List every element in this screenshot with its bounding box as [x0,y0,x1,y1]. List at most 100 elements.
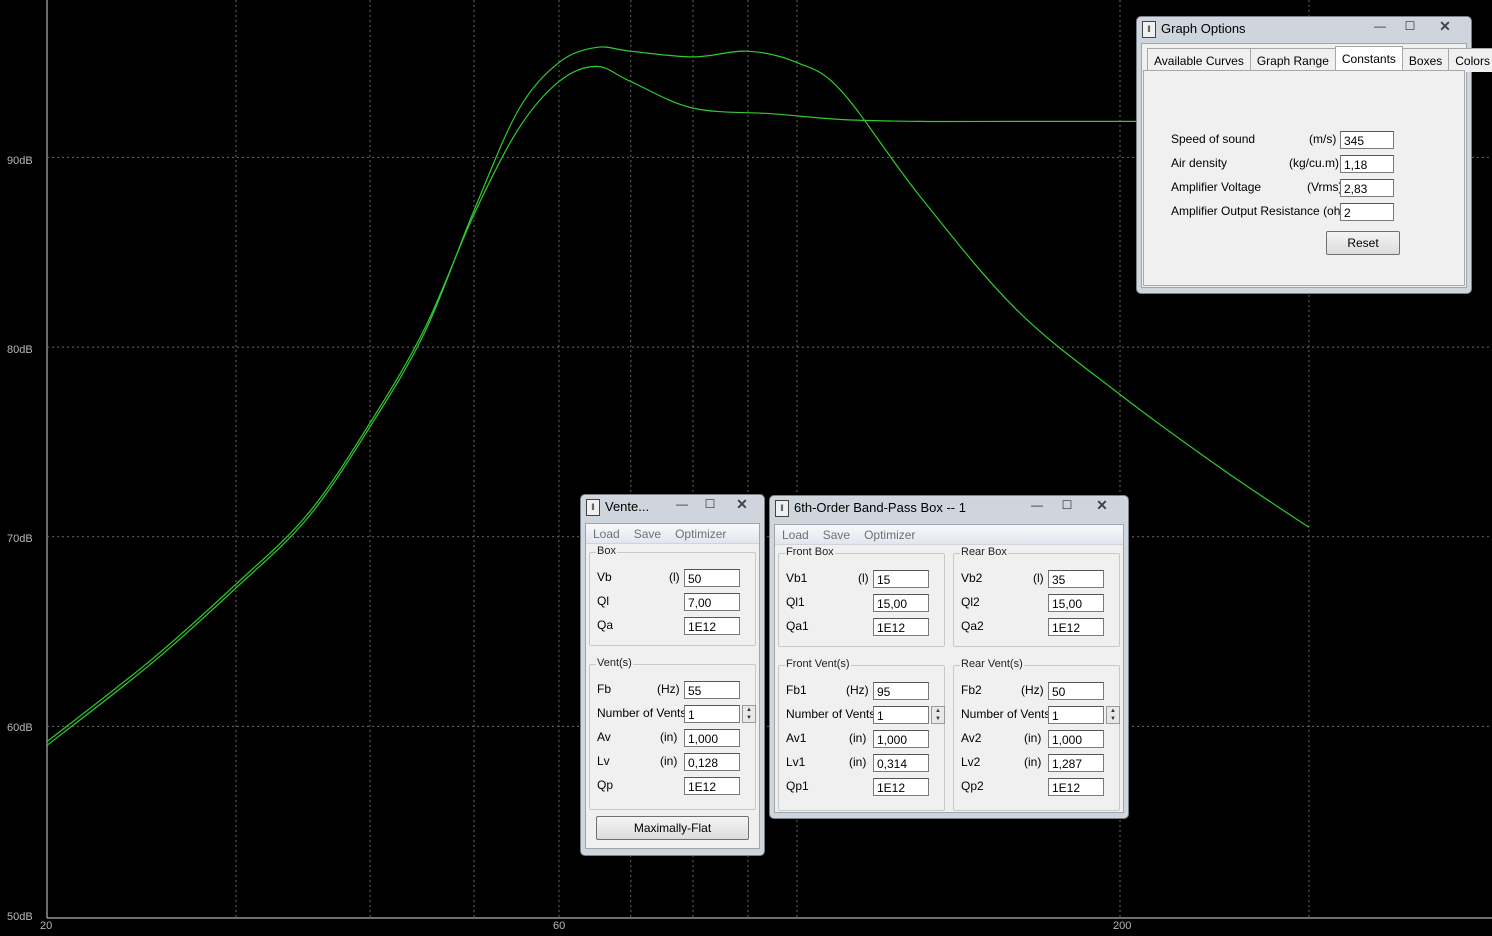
app-icon[interactable]: ‖ [586,499,600,516]
y-label-50db: 50dB [7,911,33,923]
row-label: Ql2 [961,595,980,609]
qp-input[interactable]: 1E12 [684,777,740,795]
graph-options-titlebar[interactable]: ‖ Graph Options — ☐ ✕ [1137,17,1471,41]
group-label: Vent(s) [596,657,633,669]
menu-save[interactable]: Save [816,525,857,544]
minimize-icon[interactable]: — [668,496,696,513]
spin-up-icon[interactable]: ▲ [743,706,755,714]
row-unit: (l) [858,571,869,585]
tab-boxes[interactable]: Boxes [1401,48,1450,72]
row-label: Speed of sound [1171,132,1256,146]
row-label: Vb2 [961,571,983,585]
row-label: Number of Vents [786,707,876,721]
vented-client: Load Save Optimizer Box Vb (l) 50 Ql 7,0… [585,523,760,849]
row-unit: (in) [1024,755,1042,769]
number-of-vents-input[interactable]: 1 [684,705,740,723]
lv2-input[interactable]: 1,287 [1048,754,1104,772]
row-unit: (in) [849,731,867,745]
bandpass-client: Load Save Optimizer Front Box Vb1 (l) 15… [774,524,1124,813]
menu-save[interactable]: Save [627,524,668,543]
row-label: Lv1 [786,755,806,769]
menu-bar: Load Save Optimizer [775,525,1123,545]
vb1-input[interactable]: 15 [873,570,929,588]
menu-load[interactable]: Load [775,525,816,544]
ql1-input[interactable]: 15,00 [873,594,929,612]
qp2-input[interactable]: 1E12 [1048,778,1104,796]
close-icon[interactable]: ✕ [1425,18,1465,35]
minimize-icon[interactable]: — [1365,18,1395,35]
spin-down-icon[interactable]: ▼ [743,714,755,722]
ql-row: Ql 7,00 [597,593,752,613]
vents-group: Vent(s) Fb (Hz) 55 Number of Vents 1 ▲ ▼… [589,657,757,810]
fb-input[interactable]: 55 [684,681,740,699]
row-label: Qa1 [786,619,809,633]
menu-optimizer[interactable]: Optimizer [857,525,922,544]
row-label: Qp2 [961,779,984,793]
vb2-input[interactable]: 35 [1048,570,1104,588]
tab-available-curves[interactable]: Available Curves [1147,48,1251,72]
vb-row: Vb (l) 50 [597,569,752,589]
spin-up-icon[interactable]: ▲ [932,707,944,715]
lv-row: Lv (in) 0,128 [597,753,757,773]
fb2-input[interactable]: 50 [1048,682,1104,700]
row-label: Qp1 [786,779,809,793]
rear-number-of-vents-spinner[interactable]: ▲ ▼ [1106,706,1120,724]
row-label: Av [597,730,611,744]
air-density-input[interactable]: 1,18 [1340,155,1394,173]
qa-row: Qa 1E12 [597,617,752,637]
speed-of-sound-input[interactable]: 345 [1340,131,1394,149]
close-icon[interactable]: ✕ [1082,497,1122,514]
tab-graph-range[interactable]: Graph Range [1249,48,1336,72]
app-icon[interactable]: ‖ [1142,21,1156,38]
maximize-icon[interactable]: ☐ [696,496,724,513]
front-number-of-vents-input[interactable]: 1 [873,706,929,724]
app-icon[interactable]: ‖ [775,500,789,517]
ql2-input[interactable]: 15,00 [1048,594,1104,612]
qa1-input[interactable]: 1E12 [873,618,929,636]
amplifier-voltage-row: Amplifier Voltage (Vrms) 2,83 [1171,179,1461,199]
amplifier-voltage-input[interactable]: 2,83 [1340,179,1394,197]
av-input[interactable]: 1,000 [684,729,740,747]
tab-constants[interactable]: Constants [1334,46,1403,72]
ql-input[interactable]: 7,00 [684,593,740,611]
amp-output-resistance-input[interactable]: 2 [1340,203,1394,221]
qa2-input[interactable]: 1E12 [1048,618,1104,636]
menu-load[interactable]: Load [586,524,627,543]
bandpass-titlebar[interactable]: ‖ 6th-Order Band-Pass Box -- 1 — ☐ ✕ [770,496,1128,520]
row-label: Vb [597,570,612,584]
minimize-icon[interactable]: — [1022,497,1052,514]
tab-colors[interactable]: Colors [1448,48,1492,72]
number-of-vents-spinner[interactable]: ▲ ▼ [742,705,756,723]
rear-number-of-vents-input[interactable]: 1 [1048,706,1104,724]
row-label: Fb [597,682,612,696]
front-number-of-vents-spinner[interactable]: ▲ ▼ [931,706,945,724]
maximally-flat-button[interactable]: Maximally-Flat [596,816,749,840]
av2-input[interactable]: 1,000 [1048,730,1104,748]
bandpass-box-window: ‖ 6th-Order Band-Pass Box -- 1 — ☐ ✕ Loa… [769,495,1129,819]
close-icon[interactable]: ✕ [724,496,760,513]
lv1-input[interactable]: 0,314 [873,754,929,772]
lv-input[interactable]: 0,128 [684,753,740,771]
row-label: Lv [597,754,610,768]
fb1-input[interactable]: 95 [873,682,929,700]
vb-input[interactable]: 50 [684,569,740,587]
maximize-icon[interactable]: ☐ [1052,497,1082,514]
vented-titlebar[interactable]: ‖ Vente... — ☐ ✕ [581,495,764,519]
qp2-row: Qp2 1E12 [961,778,1121,798]
av1-input[interactable]: 1,000 [873,730,929,748]
qp-row: Qp 1E12 [597,777,757,797]
row-label: Qp [597,778,614,792]
qa-input[interactable]: 1E12 [684,617,740,635]
lv2-row: Lv2 (in) 1,287 [961,754,1121,774]
reset-button[interactable]: Reset [1326,231,1400,255]
rear-box-group: Rear Box Vb2 (l) 35 Ql2 15,00 Qa2 1E12 [953,546,1120,647]
spin-down-icon[interactable]: ▼ [932,715,944,723]
spin-down-icon[interactable]: ▼ [1107,715,1119,723]
tab-strip: Available Curves Graph Range Constants B… [1147,46,1492,72]
menu-optimizer[interactable]: Optimizer [668,524,733,543]
qp1-input[interactable]: 1E12 [873,778,929,796]
spin-up-icon[interactable]: ▲ [1107,707,1119,715]
rear-number-of-vents-row: Number of Vents 1 ▲ ▼ [961,706,1121,726]
maximize-icon[interactable]: ☐ [1395,18,1425,35]
number-of-vents-row: Number of Vents 1 ▲ ▼ [597,705,757,725]
